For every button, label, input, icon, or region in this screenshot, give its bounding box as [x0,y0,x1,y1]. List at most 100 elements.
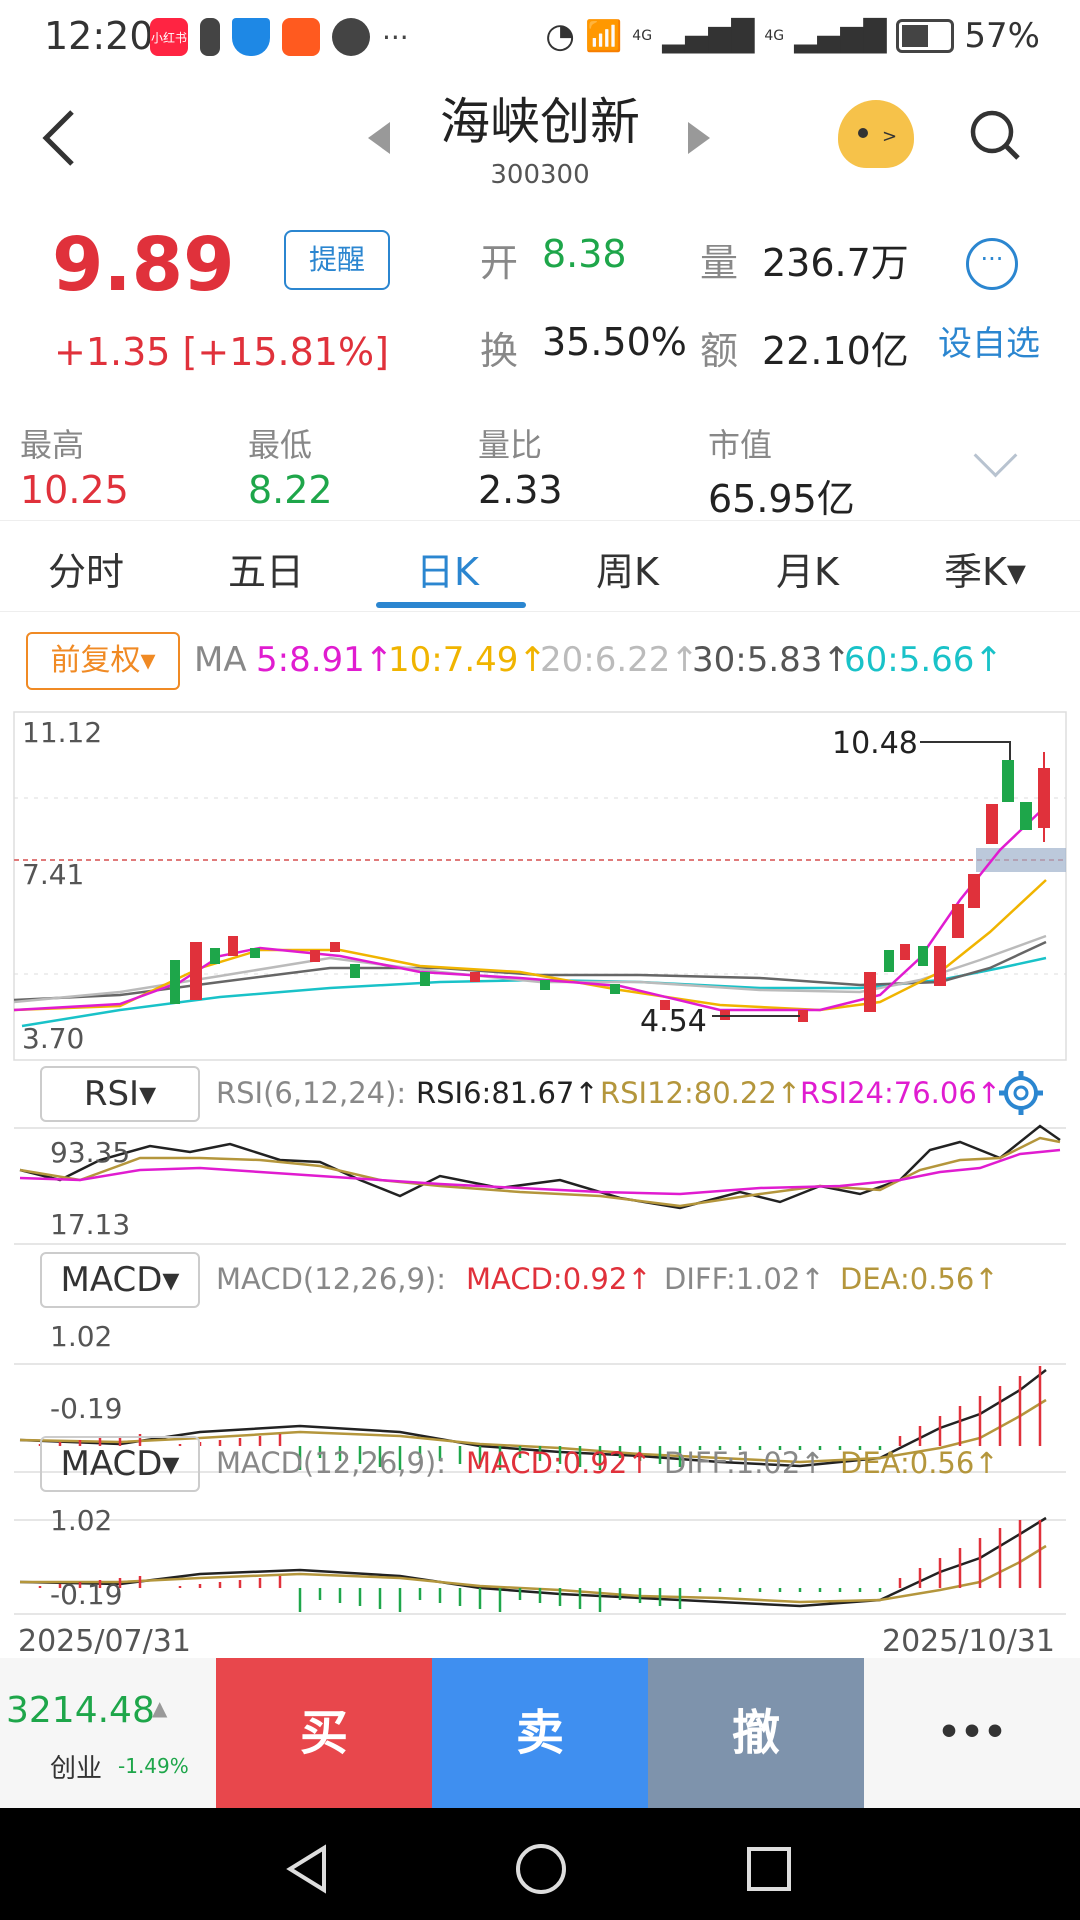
more-button[interactable]: ••• [864,1658,1080,1808]
signal-icon-2: ▂▄▆█ [794,18,887,54]
macd2-value: MACD:0.92↑ [466,1446,652,1480]
shield-icon [232,18,270,56]
open-value: 8.38 [542,232,627,276]
ma20-value: 20:6.22↑ [540,640,699,680]
system-nav-bar [0,1808,1080,1920]
alert-icon [200,18,220,56]
signal-icon: ▂▄▆█ [662,18,755,54]
adjust-label: 前复权 [50,643,141,678]
next-stock-icon[interactable] [688,122,710,154]
macd2-y-max: 1.02 [50,1504,113,1537]
macd2-y-min: -0.19 [50,1578,123,1611]
index-change: -1.49% [118,1754,189,1778]
index-name: 创业 [50,1754,103,1784]
mascot-icon[interactable]: > [838,100,914,168]
tab-five-day[interactable]: 五日 [228,541,304,596]
macd1-y-max: 1.02 [50,1320,113,1353]
rsi-params: RSI(6,12,24): [216,1076,407,1110]
status-bar: 12:20 小红书 ··· ◔ 📶 4G ▂▄▆█ 4G ▂▄▆█ 57% [0,0,1080,78]
stat-low-value: 8.22 [248,468,333,512]
battery-percent: 57% [964,16,1040,56]
rsi24-value: RSI24:76.06↑ [800,1076,1002,1110]
turnover-label: 换 [480,329,519,373]
amount-label: 额 [700,329,739,373]
period-tabs: 分时 五日 日K 周K 月K 季K▾ [0,520,1080,612]
ma10-line [13,879,1047,1012]
macd1-dea: DEA:0.56↑ [840,1262,999,1296]
tab-active-indicator [376,602,526,608]
date-start: 2025/07/31 [18,1624,191,1659]
buy-button[interactable]: 买 [216,1658,432,1808]
notification-icons: 小红书 ··· [150,18,409,56]
rsi-y-min: 17.13 [50,1208,131,1241]
macd2-params: MACD(12,26,9): [216,1446,447,1480]
dropdown-arrow-icon: ▾ [140,643,156,678]
nav-back-icon[interactable] [282,1844,332,1894]
nav-home-icon[interactable] [514,1842,568,1896]
stat-high-label: 最高 [20,426,85,464]
stat-volratio-value: 2.33 [478,468,563,512]
sell-button[interactable]: 卖 [432,1658,648,1808]
add-watchlist-button[interactable]: 设自选 [938,316,1040,365]
tab-monthly-k[interactable]: 月K [776,541,839,596]
turnover-value: 35.50% [542,320,687,364]
remind-button[interactable]: 提醒 [284,230,390,290]
index-up-arrow-icon: ▲ [152,1696,168,1720]
more-notifications-icon: ··· [382,20,409,54]
rsi12-line [19,1136,1061,1208]
paper-plane-icon [282,18,320,56]
stat-low-label: 最低 [248,426,313,464]
expand-chevron-icon[interactable] [973,433,1018,478]
battery-icon [896,19,955,53]
kline-low-mark: 4.54 [640,1004,707,1039]
ma5-line [13,805,1047,1012]
adjust-dropdown[interactable]: 前复权▾ [26,632,180,690]
ma10-value: 10:7.49↑ [388,640,547,680]
stat-volratio-label: 量比 [478,426,543,464]
volume-value: 236.7万 [762,241,909,285]
tab-daily-k[interactable]: 日K [416,541,479,596]
amount-value: 22.10亿 [762,329,909,373]
xiaohongshu-icon: 小红书 [150,18,188,56]
rsi-indicator-button[interactable]: RSI▾ [40,1066,200,1122]
ma5-value: 5:8.91↑ [256,640,394,680]
back-arrow-icon[interactable] [40,108,80,168]
stat-mktcap-value: 65.95亿 [708,477,855,521]
status-time: 12:20 [44,14,154,58]
tab-quarterly-k[interactable]: 季K▾ [944,541,1026,596]
open-label: 开 [480,241,519,285]
ma30-value: 30:5.83↑ [692,640,851,680]
rsi12-value: RSI12:80.22↑ [600,1076,802,1110]
cancel-order-button[interactable]: 撤 [648,1658,864,1808]
wifi-icon: 📶 [584,18,623,54]
price-change: +1.35 [+15.81%] [54,330,389,374]
volume-label: 量 [700,241,739,285]
more-options-icon[interactable]: ··· [966,238,1018,290]
audio-icon [332,18,370,56]
rsi-y-max: 93.35 [50,1136,131,1169]
stock-code: 300300 [490,160,590,190]
kline-y-mid: 7.41 [22,858,85,891]
prev-stock-icon[interactable] [368,122,390,154]
current-price: 9.89 [52,222,235,308]
network-4g-2: 4G [764,28,785,44]
macd2-indicator-button[interactable]: MACD▾ [40,1436,200,1492]
status-right: ◔ 📶 4G ▂▄▆█ 4G ▂▄▆█ 57% [545,16,1040,56]
macd1-params: MACD(12,26,9): [216,1262,447,1296]
macd1-y-min: -0.19 [50,1392,123,1425]
nav-recents-icon[interactable] [744,1844,794,1894]
rsi24-line [19,1148,1061,1196]
tab-weekly-k[interactable]: 周K [596,541,659,596]
macd1-indicator-button[interactable]: MACD▾ [40,1252,200,1308]
macd2-diff-line [19,1516,1047,1608]
settings-gear-icon[interactable] [996,1068,1046,1118]
stock-name: 海峡创新 [440,93,640,151]
stat-high-value: 10.25 [20,468,129,512]
macd2-dea: DEA:0.56↑ [840,1446,999,1480]
chart-area[interactable] [0,710,1080,1660]
kline-y-min: 3.70 [22,1022,85,1055]
search-icon[interactable] [968,108,1024,164]
price-tag-icon [976,848,1066,872]
index-value[interactable]: 3214.48 [6,1690,155,1731]
tab-intraday[interactable]: 分时 [48,541,124,596]
